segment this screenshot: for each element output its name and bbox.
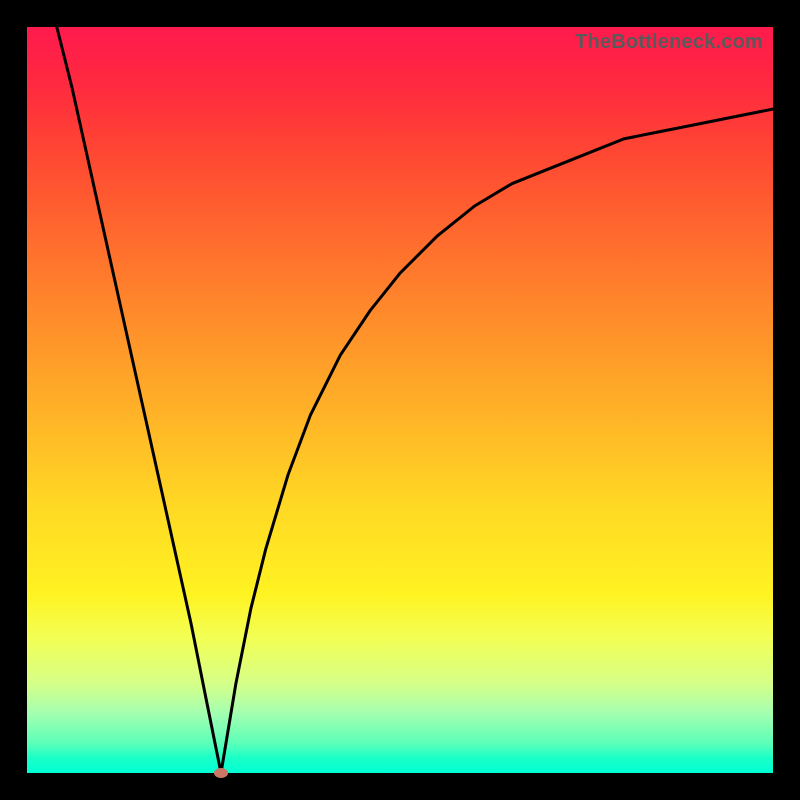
chart-frame: TheBottleneck.com <box>0 0 800 800</box>
curve-path <box>57 27 773 773</box>
minimum-marker <box>214 768 228 778</box>
plot-area: TheBottleneck.com <box>27 27 773 773</box>
bottleneck-curve <box>27 27 773 773</box>
